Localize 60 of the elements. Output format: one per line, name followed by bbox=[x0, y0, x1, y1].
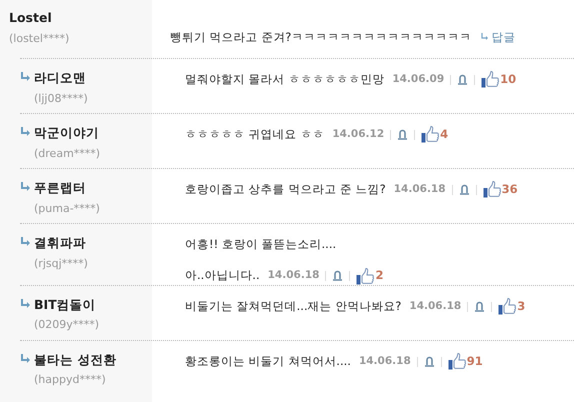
user-id: (dream****) bbox=[34, 146, 100, 162]
author-name: BIT컴돌이 bbox=[34, 296, 97, 314]
date-text: 14.06.18 bbox=[358, 354, 411, 369]
like-count: 2 bbox=[375, 267, 384, 284]
date-text: 14.06.18 bbox=[394, 182, 446, 197]
report-icon[interactable] bbox=[332, 270, 344, 282]
like-button[interactable]: 3 bbox=[498, 298, 526, 316]
like-count: 10 bbox=[500, 71, 516, 88]
like-button[interactable]: 36 bbox=[482, 181, 518, 198]
reply-text: 아..아닙니다.. bbox=[185, 268, 260, 282]
thumbs-up-icon bbox=[482, 181, 502, 198]
date-text: 14.06.09 bbox=[392, 72, 444, 87]
comment-text: 뺑튀기 먹으라고 준겨?ㅋㅋㅋㅋㅋㅋㅋㅋㅋㅋㅋㅋㅋㅋㅋ bbox=[170, 28, 472, 46]
author-name: 막군이야기 bbox=[34, 124, 100, 142]
user-id: (puma-****) bbox=[34, 200, 100, 217]
like-count: 91 bbox=[466, 352, 483, 370]
user-id: (rjsqj****) bbox=[34, 256, 88, 272]
reply-text: 황조롱이는 비둘기 쳐먹어서.... bbox=[185, 354, 351, 368]
reply-arrow-icon bbox=[20, 72, 31, 83]
report-icon[interactable] bbox=[397, 128, 408, 141]
reply-text: 비둘기는 잘쳐먹던데...재는 안먹나봐요? bbox=[185, 298, 402, 313]
report-icon[interactable] bbox=[457, 74, 468, 86]
date-text: 14.06.12 bbox=[332, 126, 384, 142]
reply-arrow-icon bbox=[481, 33, 490, 42]
thumbs-up-icon bbox=[421, 126, 440, 144]
report-icon[interactable] bbox=[458, 184, 470, 196]
reply-link[interactable]: 답글 bbox=[481, 28, 516, 46]
author-name: Lostel bbox=[9, 9, 53, 27]
like-button[interactable]: 2 bbox=[356, 267, 384, 285]
like-count: 3 bbox=[517, 298, 526, 315]
user-id: (lostel****) bbox=[9, 30, 70, 47]
user-id: (0209y****) bbox=[34, 317, 100, 334]
user-id: (happyd****) bbox=[34, 372, 107, 388]
date-text: 14.06.18 bbox=[409, 298, 462, 314]
thumbs-up-icon bbox=[498, 298, 518, 316]
thumbs-up-icon bbox=[448, 353, 467, 370]
report-icon[interactable] bbox=[474, 300, 486, 313]
reply-text: 어흥!! 호랑이 풀뜯는소리.... bbox=[185, 237, 336, 251]
like-button[interactable]: 91 bbox=[448, 352, 483, 370]
author-name: 결휘파파 bbox=[34, 234, 87, 252]
user-id: (ljj08****) bbox=[34, 90, 88, 107]
reply-arrow-icon bbox=[20, 127, 31, 138]
reply-text: ㅎㅎㅎㅎㅎ 귀엽네요 ㅎㅎ bbox=[185, 127, 324, 141]
author-name: 푸른랩터 bbox=[34, 179, 87, 197]
date-text: 14.06.18 bbox=[268, 268, 320, 284]
thumbs-up-icon bbox=[481, 71, 500, 88]
reply-arrow-icon bbox=[20, 182, 31, 193]
report-icon[interactable] bbox=[424, 356, 435, 368]
reply-text: 호랑이좁고 상추를 먹으라고 준 느낌? bbox=[185, 182, 386, 196]
author-name: 불타는 성전환 bbox=[34, 350, 116, 369]
reply-text: 멀줘야할지 몰라서 ㅎㅎㅎㅎㅎㅎ민망 bbox=[185, 72, 384, 86]
thumbs-up-icon bbox=[356, 268, 376, 285]
like-count: 4 bbox=[440, 126, 448, 144]
author-name: 라디오맨 bbox=[34, 69, 87, 87]
like-count: 36 bbox=[502, 181, 518, 198]
reply-arrow-icon bbox=[20, 354, 31, 365]
like-button[interactable]: 10 bbox=[481, 71, 516, 88]
like-button[interactable]: 4 bbox=[421, 126, 448, 144]
reply-arrow-icon bbox=[20, 237, 31, 248]
reply-arrow-icon bbox=[20, 298, 31, 310]
